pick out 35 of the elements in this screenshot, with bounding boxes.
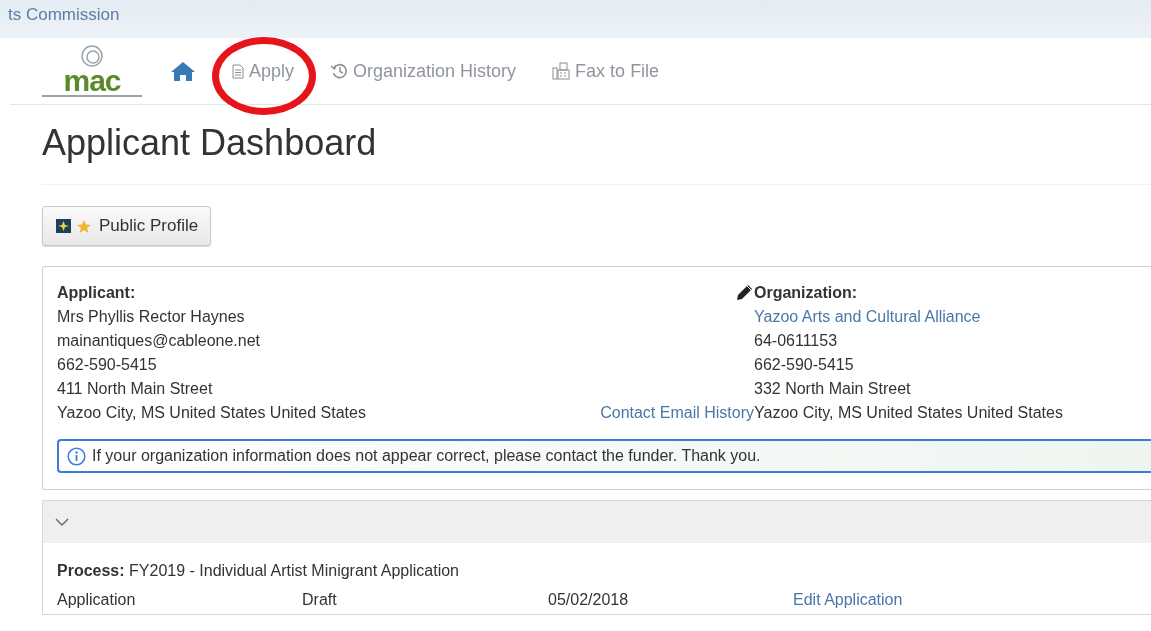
chevron-icon[interactable] — [55, 517, 69, 527]
organization-detail: 64-0611153 — [754, 331, 838, 351]
contact-email-history-link[interactable]: Contact Email History — [600, 401, 754, 425]
logo-text[interactable]: mac — [63, 68, 121, 94]
nav-link[interactable]: Organization History — [330, 60, 517, 82]
organization-detail: 332 North Main Street — [754, 379, 911, 399]
profile-badge-icon — [55, 218, 93, 234]
organization-link[interactable]: Yazoo Arts and Cultural Alliance — [754, 305, 981, 329]
info-icon — [67, 446, 86, 466]
applicant-detail: Mrs Phyllis Rector Haynes — [57, 307, 245, 327]
organization-detail: Yazoo City, MS United States United States — [754, 403, 1063, 423]
logo-swirl-icon — [80, 44, 104, 68]
page-title: Applicant Dashboard — [42, 122, 1151, 185]
table-cell-text: Application — [57, 590, 137, 610]
process-title: Process: FY2019 - Individual Artist Minigrant Application — [57, 561, 460, 581]
table-cell-text: Draft — [302, 590, 338, 610]
table-cell-text: 05/02/2018 — [548, 590, 630, 610]
public-profile-button[interactable]: Public Profile — [42, 206, 212, 246]
applicant-detail: mainantiques@cableone.net — [57, 331, 261, 351]
applicant-detail: 662-590-5415 — [57, 355, 157, 375]
applicant-detail: Yazoo City, MS United States United States — [57, 403, 366, 423]
nav-link[interactable]: Fax to File — [552, 60, 660, 82]
alert-message: If your organization information does not appear correct, please contact the funder. Thank you. — [92, 446, 761, 466]
nav-link[interactable]: Apply — [232, 60, 295, 82]
edit-application-link[interactable]: Edit Application — [793, 591, 903, 608]
document-icon — [232, 63, 244, 79]
applicant-detail: 411 North Main Street — [57, 379, 213, 399]
organization-detail: 662-590-5415 — [754, 355, 854, 375]
home-icon[interactable] — [170, 60, 196, 82]
fax-icon — [552, 62, 571, 80]
edit-pencil-icon[interactable] — [736, 283, 754, 301]
history-icon — [330, 63, 349, 79]
organization-heading: Organization: — [754, 283, 858, 303]
site-title: ts Commission — [8, 5, 120, 24]
applicant-heading: Applicant: — [57, 283, 136, 303]
